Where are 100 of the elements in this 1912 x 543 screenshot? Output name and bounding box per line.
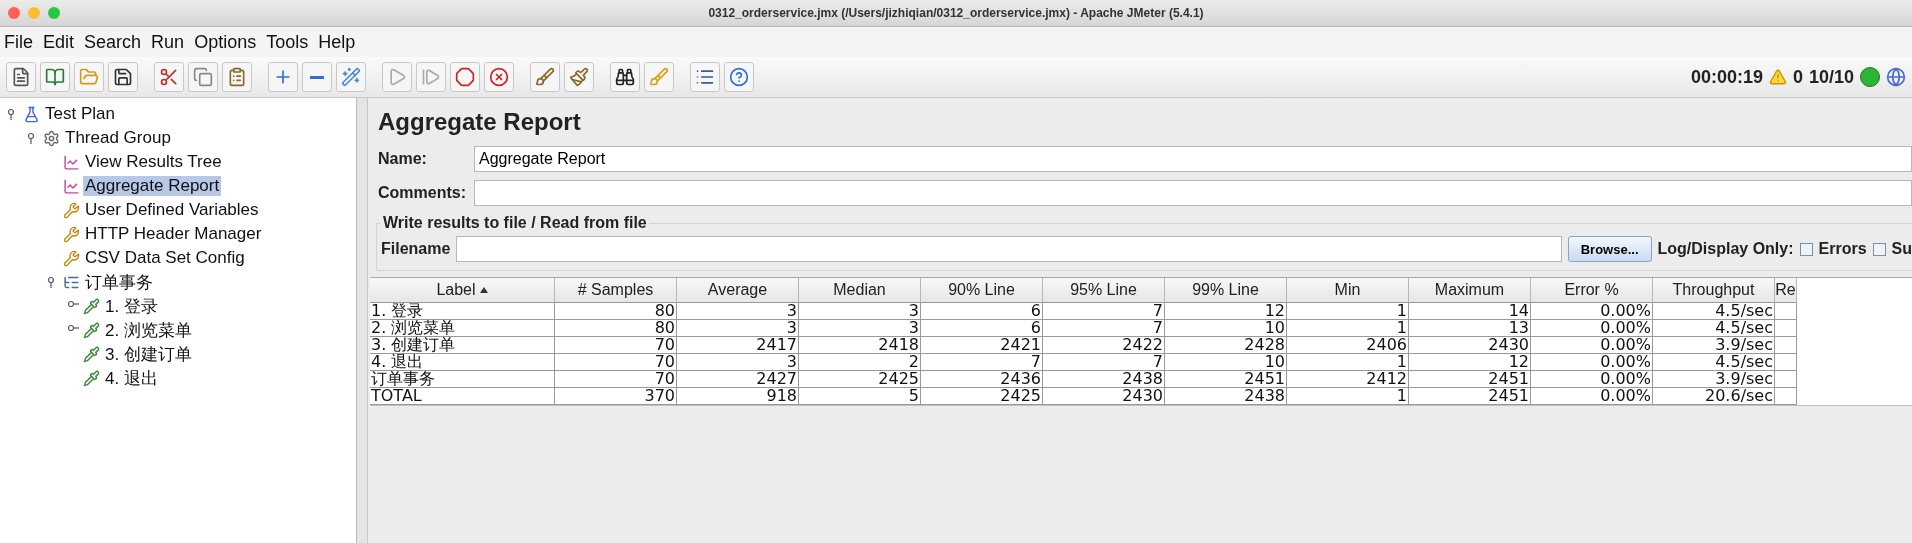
column-header[interactable]: # Samples — [555, 278, 677, 303]
tree-item[interactable]: Aggregate Report — [83, 176, 222, 196]
table-cell: 6 — [921, 303, 1043, 320]
tree-item[interactable]: 3. 创建订单 — [103, 342, 194, 366]
table-cell: 1 — [1287, 354, 1409, 371]
checkbox-label: Su — [1891, 240, 1912, 258]
elapsed-time: 00:00:19 — [1690, 66, 1763, 88]
column-header[interactable]: Label — [370, 278, 555, 303]
column-header[interactable]: 95% Line — [1043, 278, 1165, 303]
column-header[interactable]: Min — [1287, 278, 1409, 303]
filename-label: Filename — [381, 240, 451, 258]
table-cell: 0.00% — [1531, 354, 1653, 371]
empty-cell — [1775, 320, 1797, 337]
menu-item[interactable]: File — [2, 31, 39, 53]
column-header[interactable]: 90% Line — [921, 278, 1043, 303]
book-icon — [45, 67, 65, 87]
column-header[interactable]: Average — [677, 278, 799, 303]
tree-item[interactable]: 1. 登录 — [103, 294, 160, 318]
comments-label: Comments: — [378, 184, 467, 202]
help-icon — [729, 67, 749, 87]
tree-item[interactable]: 2. 浏览菜单 — [103, 318, 194, 342]
table-cell: 2422 — [1043, 337, 1165, 354]
tree-item[interactable]: 4. 退出 — [103, 366, 160, 390]
warning-icon — [1768, 68, 1787, 86]
tree-item[interactable]: Test Plan — [43, 104, 117, 124]
table-cell: 0.00% — [1531, 320, 1653, 337]
table-cell: 70 — [555, 337, 677, 354]
checkbox[interactable] — [1799, 242, 1813, 256]
table-cell: 2436 — [921, 371, 1043, 388]
table-cell: 7 — [1043, 303, 1165, 320]
table-cell: 3 — [677, 354, 799, 371]
comments-field[interactable] — [474, 180, 1912, 206]
table-cell: 3 — [799, 320, 921, 337]
table-cell: 80 — [555, 303, 677, 320]
menu-item[interactable]: Search — [82, 31, 148, 53]
chart-icon — [63, 177, 80, 195]
column-header[interactable]: Throughput — [1653, 278, 1775, 303]
browse-button[interactable]: Browse... — [1567, 236, 1652, 262]
menu-item[interactable]: Run — [149, 31, 191, 53]
table-cell: 12 — [1165, 303, 1287, 320]
step-icon — [421, 67, 441, 87]
toolbar-button[interactable] — [6, 62, 36, 92]
column-header[interactable]: Median — [799, 278, 921, 303]
flask-icon — [23, 105, 40, 123]
column-header[interactable]: Error % — [1531, 278, 1653, 303]
wrench-icon — [63, 201, 80, 219]
empty-cell — [1775, 371, 1797, 388]
tree-item[interactable]: HTTP Header Manager — [83, 224, 264, 244]
table-cell: 4. 退出 — [370, 354, 555, 371]
menu-item[interactable]: Tools — [264, 31, 315, 53]
menu-item[interactable]: Edit — [41, 31, 81, 53]
table-cell: 7 — [1043, 354, 1165, 371]
tree-item[interactable]: 订单事务 — [83, 270, 155, 294]
cut-icon — [159, 67, 179, 87]
menu-item[interactable]: Options — [192, 31, 263, 53]
filename-field[interactable] — [456, 236, 1562, 262]
checkbox-label: Errors — [1818, 240, 1867, 258]
toolbar-button[interactable] — [690, 62, 720, 92]
table-cell: 3 — [799, 303, 921, 320]
brush-icon — [535, 67, 555, 87]
tree-item[interactable]: CSV Data Set Config — [83, 248, 247, 268]
table-cell: 4.5/sec — [1653, 354, 1775, 371]
warning-count: 0 — [1792, 66, 1803, 88]
name-field[interactable]: Aggregate Report — [474, 146, 1912, 172]
document-icon — [11, 67, 31, 87]
table-cell: 2418 — [799, 337, 921, 354]
tree-item[interactable]: Thread Group — [63, 128, 173, 148]
globe-icon[interactable] — [1886, 67, 1906, 87]
stop-icon — [455, 67, 475, 87]
minus-icon — [310, 75, 324, 79]
table-cell: 1. 登录 — [370, 303, 555, 320]
menu-item[interactable]: Help — [316, 31, 362, 53]
table-cell: 4.5/sec — [1653, 303, 1775, 320]
empty-cell — [1775, 354, 1797, 371]
table-cell: 7 — [921, 354, 1043, 371]
toolbar-button[interactable] — [108, 62, 138, 92]
pipette-icon — [83, 369, 100, 387]
table-cell: 7 — [1043, 320, 1165, 337]
table-cell: 0.00% — [1531, 303, 1653, 320]
table-cell: 13 — [1409, 320, 1531, 337]
column-header[interactable]: 99% Line — [1165, 278, 1287, 303]
group-title: Write results to file / Read from file — [382, 214, 648, 232]
toolbar-button[interactable] — [610, 62, 640, 92]
copy-icon — [193, 67, 213, 87]
table-cell: 3. 创建订单 — [370, 337, 555, 354]
checkbox[interactable] — [1872, 242, 1886, 256]
table-cell: 14 — [1409, 303, 1531, 320]
play-icon — [387, 67, 407, 87]
wand-icon — [341, 67, 361, 87]
table-cell: 10 — [1165, 320, 1287, 337]
window-controls-icon[interactable] — [8, 7, 60, 19]
column-header[interactable]: Re — [1775, 278, 1797, 303]
log-label: Log/Display Only: — [1657, 240, 1794, 258]
table-cell: 10 — [1165, 354, 1287, 371]
pipette-icon — [83, 321, 100, 339]
thread-count: 10/10 — [1808, 66, 1854, 88]
empty-cell — [1775, 337, 1797, 354]
column-header[interactable]: Maximum — [1409, 278, 1531, 303]
tree-item[interactable]: View Results Tree — [83, 152, 224, 172]
tree-item[interactable]: User Defined Variables — [83, 200, 261, 220]
